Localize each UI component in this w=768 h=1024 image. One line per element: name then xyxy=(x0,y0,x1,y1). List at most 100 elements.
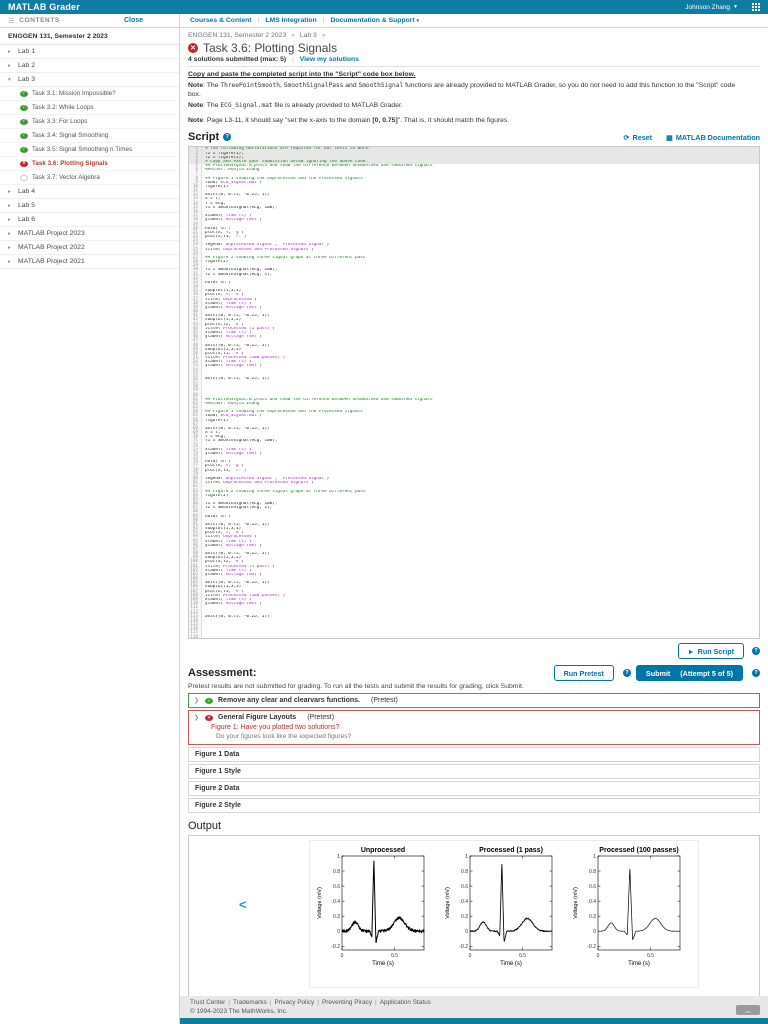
matlab-documentation-link[interactable]: ▦ MATLAB Documentation xyxy=(666,133,760,142)
sidebar-item-lab-5[interactable]: ▸ Lab 5 xyxy=(0,199,179,213)
page-title: Task 3.6: Plotting Signals xyxy=(203,41,338,55)
submit-button[interactable]: Submit (Attempt 5 of 5) xyxy=(635,665,743,682)
app-switcher-icon[interactable] xyxy=(752,3,760,11)
footer-link-trademarks[interactable]: Trademarks xyxy=(233,999,267,1006)
chevron-down-icon: ▾ xyxy=(416,18,420,24)
instruction-paragraph: Note: Page L3-11, it should say "set the… xyxy=(188,116,510,124)
svg-text:0.8: 0.8 xyxy=(589,869,596,875)
chevron-right-icon: ▸ xyxy=(8,216,11,223)
reset-button[interactable]: ⟳ Reset xyxy=(623,133,652,142)
output-figure: Unprocessed -0.2 0 0.2 0.4 0.6 0.8 1 0 0.5 Time (s… xyxy=(309,840,699,989)
svg-text:-0.2: -0.2 xyxy=(459,944,468,950)
svg-text:0.5: 0.5 xyxy=(391,953,398,959)
sidebar-item-task-3-6-plotting-signals[interactable]: ✕ Task 3.6: Plotting Signals xyxy=(0,157,179,171)
view-solutions-link[interactable]: View my solutions xyxy=(300,56,359,63)
chevron-right-icon: ▸ xyxy=(8,258,11,265)
secondary-navbar: ☰ CONTENTS Close Courses & Content | LMS… xyxy=(0,14,768,28)
svg-text:Voltage (mV): Voltage (mV) xyxy=(445,887,451,919)
chevron-right-icon: ❯ xyxy=(194,715,200,722)
svg-text:0.2: 0.2 xyxy=(589,914,596,920)
output-box: < Unprocessed -0.2 0 0.2 0.4 0.6 0.8 1 0 0.5 Time … xyxy=(188,835,760,996)
footer-accent-bar xyxy=(180,1018,768,1024)
sidebar-item-task-3-2-while-loops[interactable]: ✓ Task 3.2: While Loops xyxy=(0,101,179,115)
previous-figure-button[interactable]: < xyxy=(239,898,247,911)
svg-text:1: 1 xyxy=(593,854,596,860)
sidebar-item-matlab-project-2021[interactable]: ▸ MATLAB Project 2021 xyxy=(0,255,179,269)
sidebar-item-lab-4[interactable]: ▸ Lab 4 xyxy=(0,185,179,199)
sidebar-item-task-3-4-signal-smoothing[interactable]: ✓ Task 3.4: Signal Smoothing xyxy=(0,129,179,143)
pass-icon: ✓ xyxy=(20,132,28,139)
user-menu[interactable]: Johnson Zhang ▼ xyxy=(685,4,738,11)
svg-text:0.4: 0.4 xyxy=(461,899,468,905)
sidebar-item-task-3-7-vector-algebra[interactable]: Task 3.7: Vector Algebra xyxy=(0,171,179,185)
panel-detail-hint: Do your figures look like the expected f… xyxy=(216,733,352,741)
svg-text:Unprocessed: Unprocessed xyxy=(361,847,405,854)
sidebar-item-task-3-5-signal-smoothing-n-times[interactable]: ✓ Task 3.5: Signal Smoothing n Times xyxy=(0,143,179,157)
task-title-row: ✕ Task 3.6: Plotting Signals xyxy=(188,41,760,55)
assessment-panel-remove-any-clear-and-clearvars-functions[interactable]: ❯ ✓ Remove any clear and clearvars functio… xyxy=(188,693,760,709)
footer-copyright: © 1994-2023 The MathWorks, Inc. xyxy=(190,1008,288,1015)
submissions-count: 4 solutions submitted (max: 5) xyxy=(188,56,287,63)
svg-text:0: 0 xyxy=(469,953,472,959)
nav-documentation-support[interactable]: Documentation & Support ▾ xyxy=(330,17,419,24)
assessment-panel-figure-1-data[interactable]: Figure 1 Data xyxy=(188,747,760,763)
script-header-row: Script ? ⟳ Reset ▦ MATLAB Documentation xyxy=(188,131,760,143)
user-name: Johnson Zhang xyxy=(685,3,731,11)
chevron-right-icon: ▸ xyxy=(8,48,11,55)
sidebar-item-matlab-project-2023[interactable]: ▸ MATLAB Project 2023 xyxy=(0,227,179,241)
svg-text:0: 0 xyxy=(337,929,340,935)
assessment-panel-figure-2-data[interactable]: Figure 2 Data xyxy=(188,781,760,797)
play-icon: ► xyxy=(687,646,695,656)
svg-text:0: 0 xyxy=(465,929,468,935)
assessment-panel-figure-2-style[interactable]: Figure 2 Style xyxy=(188,798,760,814)
nav-courses-content[interactable]: Courses & Content xyxy=(190,17,252,24)
submission-status-row: 4 solutions submitted (max: 5) | View my… xyxy=(188,56,760,63)
pretest-help-icon[interactable]: ? xyxy=(622,669,631,678)
footer-link-preventing-piracy[interactable]: Preventing Piracy xyxy=(322,999,372,1006)
assessment-panel-figure-1-style[interactable]: Figure 1 Style xyxy=(188,764,760,780)
sidebar-item-lab-2[interactable]: ▸ Lab 2 xyxy=(0,59,179,73)
output-heading: Output xyxy=(188,820,222,833)
sidebar-item-lab-1[interactable]: ▸ Lab 1 xyxy=(0,45,179,59)
footer-link-application-status[interactable]: Application Status xyxy=(380,999,431,1006)
svg-text:0.2: 0.2 xyxy=(461,914,468,920)
nav-lms-integration[interactable]: LMS Integration xyxy=(265,17,316,24)
breadcrumb-lab-link[interactable]: Lab 3 xyxy=(300,32,317,39)
contents-close-button[interactable]: Close xyxy=(124,17,143,24)
sidebar-item-task-3-3-for-loops[interactable]: ✓ Task 3.3: For Loops xyxy=(0,115,179,129)
chevron-right-icon: ▸ xyxy=(8,230,11,237)
svg-text:-0.2: -0.2 xyxy=(331,944,340,950)
run-pretest-button[interactable]: Run Pretest xyxy=(553,665,614,682)
panel-detail-question: Figure 1: Have you plotted two solutions… xyxy=(211,724,340,732)
chevron-down-icon: ▼ xyxy=(733,3,738,10)
run-script-help-icon[interactable]: ? xyxy=(752,647,760,656)
footer-link-privacy-policy[interactable]: Privacy Policy xyxy=(274,999,314,1006)
run-script-button[interactable]: ► Run Script xyxy=(677,643,744,660)
breadcrumb-separator-icon: » xyxy=(291,32,295,39)
sidebar-item-lab-6[interactable]: ▸ Lab 6 xyxy=(0,213,179,227)
sidebar-item-task-3-1-mission-impossible[interactable]: ✓ Task 3.1: Mission Impossible? xyxy=(0,87,179,101)
svg-text:1: 1 xyxy=(465,854,468,860)
line-number: 118 xyxy=(189,635,202,639)
svg-text:Time (s): Time (s) xyxy=(372,961,394,967)
script-code-editor[interactable]: 1% The following declarations are requir… xyxy=(188,146,760,640)
sidebar-item-matlab-project-2022[interactable]: ▸ MATLAB Project 2022 xyxy=(0,241,179,255)
submit-help-icon[interactable]: ? xyxy=(752,669,760,678)
script-heading: Script xyxy=(188,131,220,144)
fail-icon: ✕ xyxy=(205,714,213,721)
breadcrumb-course-link[interactable]: ENGGEN 131, Semester 2 2023 xyxy=(188,32,286,39)
output-plot-3: Processed (100 passes)-0.200.20.40.60.81… xyxy=(573,847,681,967)
top-nav-links: Courses & Content | LMS Integration | Do… xyxy=(180,14,429,27)
footer-links: Trust Center | Trademarks | Privacy Policy | P… xyxy=(190,999,431,1006)
scroll-to-top-button[interactable]: ︿ xyxy=(736,1005,760,1015)
script-help-icon[interactable]: ? xyxy=(223,133,232,142)
footer-link-trust-center[interactable]: Trust Center xyxy=(190,999,225,1006)
contents-list-icon[interactable]: ☰ xyxy=(8,17,14,25)
svg-text:Voltage (mV): Voltage (mV) xyxy=(573,887,579,919)
app-title: MATLAB Grader xyxy=(8,2,80,12)
sidebar-item-lab-3[interactable]: ▾ Lab 3 xyxy=(0,73,179,87)
not-attempted-icon xyxy=(20,174,28,181)
assessment-panel-general-figure-layouts[interactable]: ❯ ✕ General Figure Layouts (Pretest) Figure … xyxy=(188,710,760,746)
svg-text:Processed (1 pass): Processed (1 pass) xyxy=(479,847,543,854)
svg-text:0: 0 xyxy=(593,929,596,935)
